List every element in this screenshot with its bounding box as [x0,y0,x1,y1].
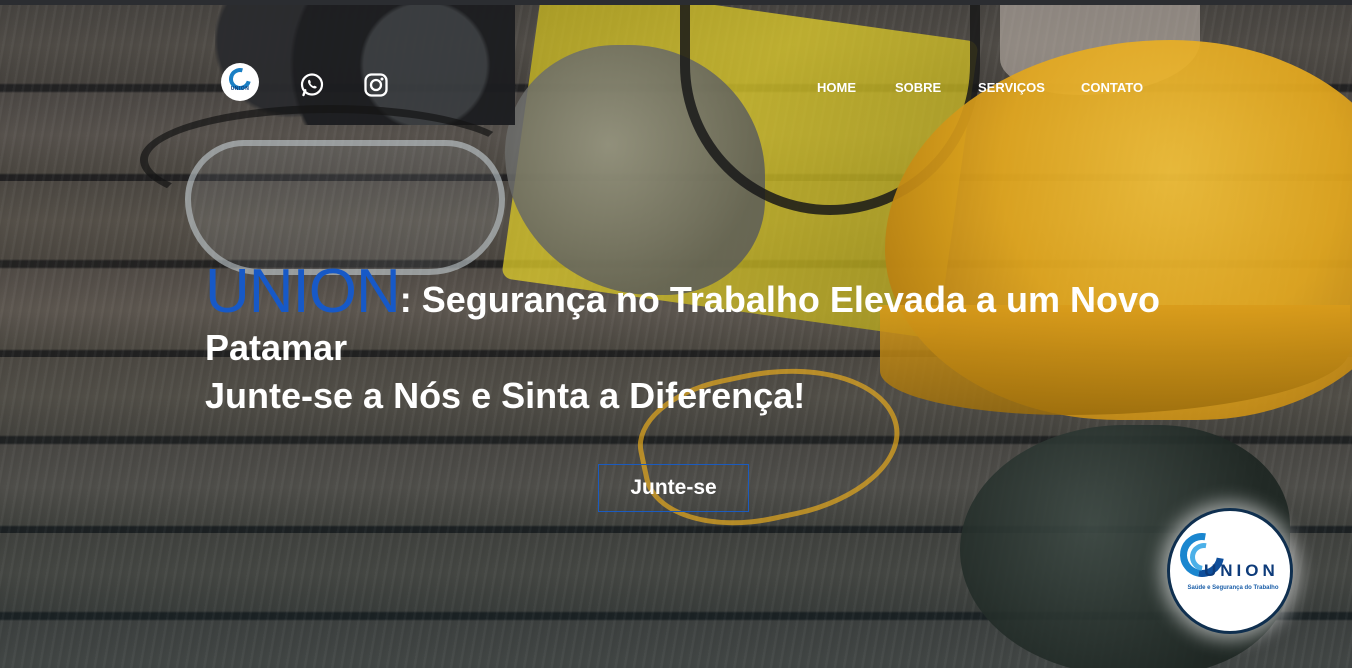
hero-subline: Junte-se a Nós e Sinta a Diferença! [205,375,806,416]
logo-text: UNION [230,86,250,92]
hero-brand: UNION [205,257,401,326]
header-logo[interactable]: UNION [221,63,259,101]
join-button[interactable]: Junte-se [598,464,749,512]
background-goggles [185,140,505,275]
instagram-link[interactable] [363,72,389,98]
badge-tagline: Saúde e Segurança do Trabalho [1187,585,1279,591]
hero-headline: UNION: Segurança no Trabalho Elevada a u… [205,261,1255,420]
floating-brand-badge[interactable]: UNION Saúde e Segurança do Trabalho [1167,508,1293,634]
menu-item-contato[interactable]: CONTATO [1081,80,1143,95]
menu-item-sobre[interactable]: SOBRE [895,80,941,95]
whatsapp-icon [300,73,324,97]
menu-item-home[interactable]: HOME [817,80,856,95]
instagram-icon [364,73,388,97]
badge-name: UNION [1204,561,1279,580]
menu-item-servicos[interactable]: SERVIÇOS [978,80,1045,95]
whatsapp-link[interactable] [299,72,325,98]
